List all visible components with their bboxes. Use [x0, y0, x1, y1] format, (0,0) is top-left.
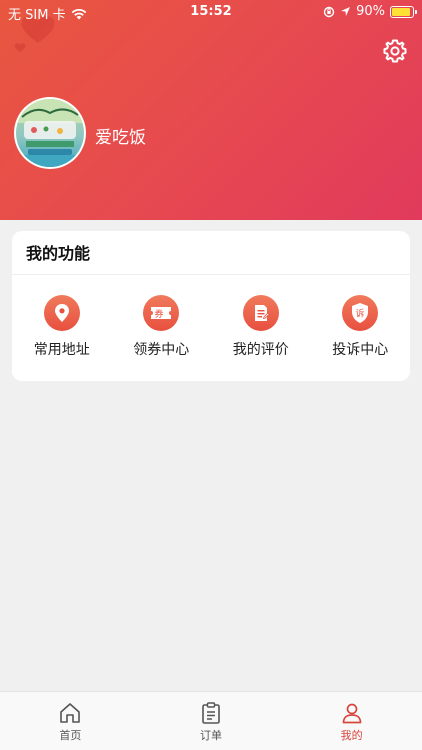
battery-percent: 90%: [356, 4, 385, 19]
tab-mine[interactable]: 我的: [281, 692, 422, 750]
coupon-glyph: 券: [155, 308, 164, 320]
avatar-picture-icon: [16, 99, 84, 167]
profile-header: 无 SIM 卡 15:52 90% 爱吃饭: [0, 0, 422, 220]
complaint-glyph: 诉: [356, 308, 365, 320]
function-item-complaints[interactable]: 诉 投诉中心: [311, 275, 411, 381]
function-grid: 常用地址 券 领券中心 我的评价 诉 投诉中心: [12, 275, 410, 381]
profile-icon: [342, 703, 362, 724]
avatar-image: [16, 99, 84, 167]
tab-label: 订单: [200, 729, 222, 742]
orientation-lock-icon: [323, 6, 335, 17]
review-icon: [242, 295, 279, 331]
function-item-reviews[interactable]: 我的评价: [211, 275, 311, 381]
battery-level: [392, 7, 410, 16]
gear-icon: [383, 39, 407, 63]
tab-home[interactable]: 首页: [0, 692, 141, 750]
location-pin-icon: [43, 295, 80, 331]
coupon-icon: 券: [143, 295, 180, 331]
tab-bar: 首页 订单 我的: [0, 691, 422, 750]
function-item-coupons[interactable]: 券 领券中心: [112, 275, 212, 381]
tab-label: 我的: [340, 729, 363, 742]
status-bar: 无 SIM 卡 15:52 90%: [0, 0, 422, 24]
tab-label: 首页: [59, 729, 82, 742]
tab-orders[interactable]: 订单: [141, 692, 282, 750]
location-arrow-icon: [341, 7, 351, 16]
order-clipboard-icon: [202, 702, 220, 724]
my-functions-card: 我的功能 常用地址 券 领券中心 我的评价 诉 投诉中心: [12, 231, 410, 381]
settings-button[interactable]: [382, 38, 408, 64]
home-icon: [60, 703, 81, 723]
function-label: 我的评价: [232, 342, 289, 358]
complaint-icon: 诉: [342, 295, 379, 331]
function-label: 领券中心: [133, 342, 190, 358]
function-item-address[interactable]: 常用地址: [12, 275, 112, 381]
function-label: 常用地址: [33, 342, 90, 358]
username: 爱吃饭: [95, 128, 146, 148]
heart-decoration-icon: [14, 43, 26, 53]
function-label: 投诉中心: [332, 342, 389, 358]
avatar[interactable]: [14, 97, 86, 169]
battery-icon: [390, 5, 417, 18]
card-title: 我的功能: [12, 231, 410, 275]
